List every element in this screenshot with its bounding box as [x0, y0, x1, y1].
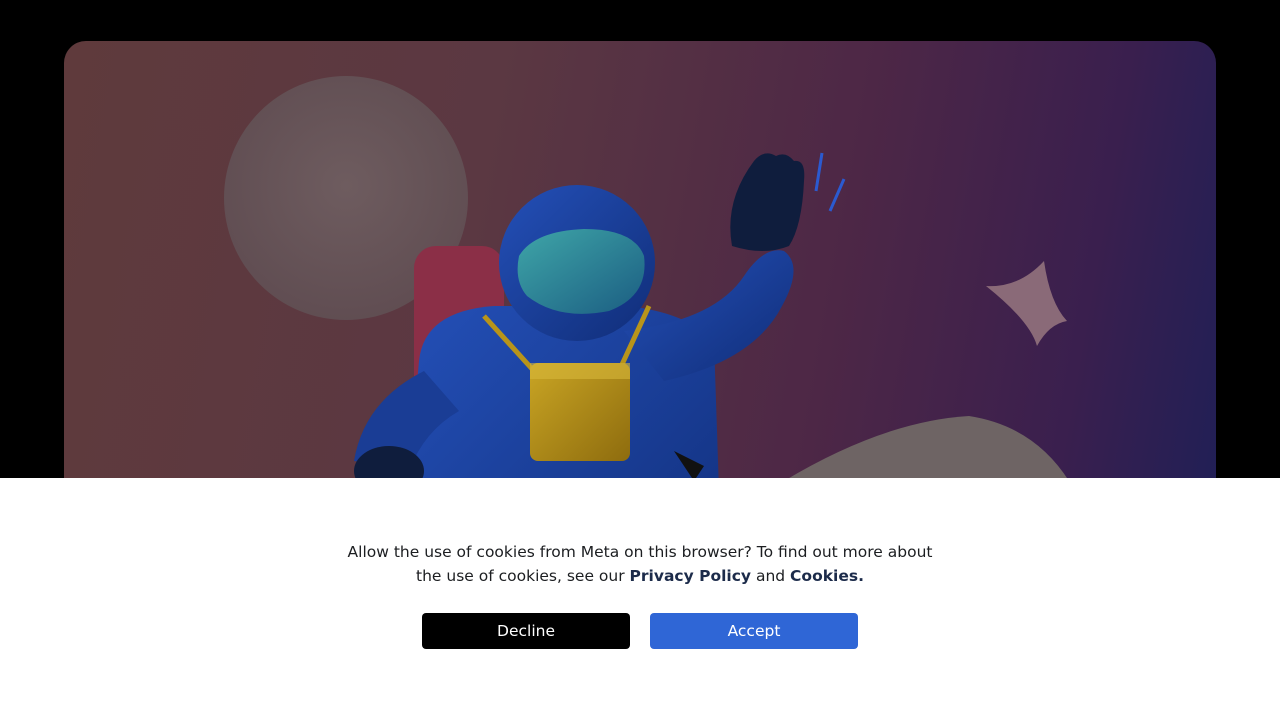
astronaut-visor — [517, 229, 645, 314]
sparkle-star — [986, 261, 1067, 346]
cookies-link[interactable]: Cookies. — [790, 567, 864, 585]
motion-lines — [814, 152, 846, 212]
page: Allow the use of cookies from Meta on th… — [0, 0, 1280, 720]
cookie-consent-banner: Allow the use of cookies from Meta on th… — [0, 478, 1280, 720]
cookie-text-and: and — [751, 567, 791, 585]
accept-button[interactable]: Accept — [650, 613, 858, 649]
cookie-consent-text: Allow the use of cookies from Meta on th… — [340, 540, 940, 588]
privacy-policy-link[interactable]: Privacy Policy — [630, 567, 752, 585]
decline-button[interactable]: Decline — [422, 613, 630, 649]
astronaut-glove-raised — [730, 153, 805, 251]
